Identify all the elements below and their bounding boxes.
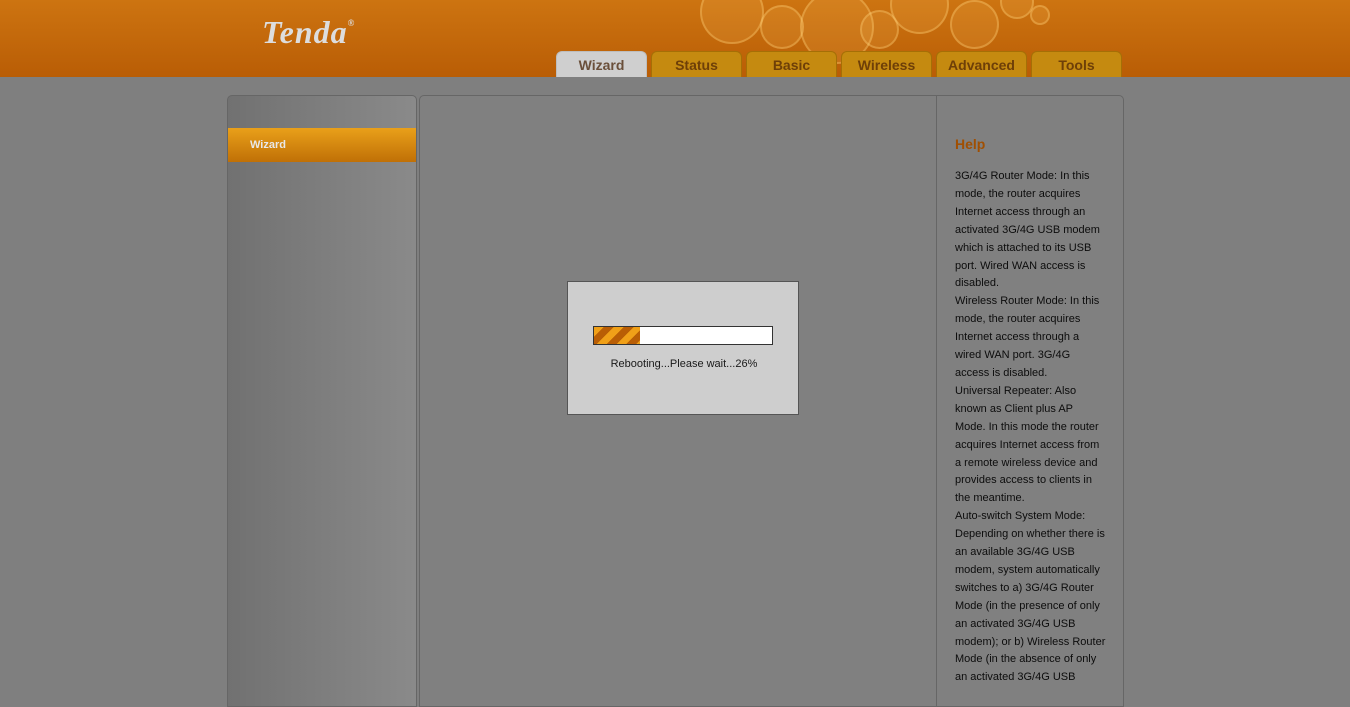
reboot-progress-bar bbox=[593, 326, 773, 345]
help-paragraph: Universal Repeater: Also known as Client… bbox=[955, 384, 1100, 505]
tab-tools[interactable]: Tools bbox=[1031, 51, 1122, 77]
help-panel: Help 3G/4G Router Mode: In this mode, th… bbox=[936, 96, 1122, 706]
tab-advanced[interactable]: Advanced bbox=[936, 51, 1027, 77]
help-text: 3G/4G Router Mode: In this mode, the rou… bbox=[955, 168, 1106, 687]
reboot-dialog: Rebooting...Please wait...26% bbox=[567, 281, 799, 415]
tab-basic[interactable]: Basic bbox=[746, 51, 837, 77]
main-nav-tabs: Wizard Status Basic Wireless Advanced Tools bbox=[556, 51, 1126, 77]
sidebar: Wizard bbox=[227, 95, 417, 707]
header-bar: Tenda® Wizard Status Basic Wireless Advanced… bbox=[0, 0, 1350, 77]
help-paragraph: 3G/4G Router Mode: In this mode, the rou… bbox=[955, 170, 1100, 290]
tab-wizard[interactable]: Wizard bbox=[556, 51, 647, 77]
reboot-status-text: Rebooting...Please wait...26% bbox=[610, 358, 758, 370]
tab-wireless[interactable]: Wireless bbox=[841, 51, 932, 77]
help-paragraph: Auto-switch System Mode: Depending on wh… bbox=[955, 510, 1106, 684]
tenda-logo: Tenda® bbox=[262, 14, 356, 50]
progress-fill bbox=[594, 327, 641, 344]
help-title: Help bbox=[955, 136, 986, 152]
sidebar-item-label: Wizard bbox=[250, 139, 286, 151]
sidebar-item-wizard[interactable]: Wizard bbox=[228, 128, 416, 162]
help-paragraph: Wireless Router Mode: In this mode, the … bbox=[955, 295, 1100, 379]
tab-status[interactable]: Status bbox=[651, 51, 742, 77]
